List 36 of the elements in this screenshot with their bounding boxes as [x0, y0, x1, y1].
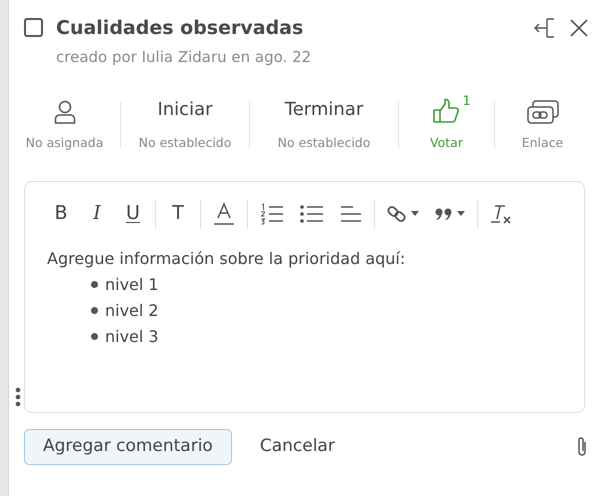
bullet-icon [91, 333, 98, 340]
numbered-list-icon [260, 202, 284, 224]
bullet-list-icon [300, 202, 324, 224]
field-heading[interactable]: Iniciar [157, 98, 213, 124]
close-icon[interactable] [570, 19, 588, 37]
list-item: nivel 1 [105, 274, 159, 296]
field-label: No establecido [278, 134, 370, 152]
thumbs-up-icon[interactable] [432, 98, 460, 124]
quote-icon [435, 206, 453, 220]
italic-button[interactable]: I [79, 198, 115, 228]
clear-format-icon [490, 202, 512, 224]
font-color-icon [213, 202, 235, 226]
drag-handle-icon[interactable] [15, 387, 21, 407]
bullet-icon [91, 307, 98, 314]
list-item: nivel 2 [105, 300, 159, 322]
field-label[interactable]: Enlace [522, 134, 564, 152]
task-title: Cualidades observadas [56, 16, 304, 40]
underline-button[interactable]: U [115, 198, 151, 228]
field-label: No establecido [138, 134, 232, 152]
add-comment-button[interactable]: Agregar comentario [24, 428, 232, 464]
editor-paragraph: Agregue información sobre la prioridad aquí: [47, 248, 406, 270]
field-label[interactable]: No asignada [26, 134, 104, 152]
paperclip-icon[interactable] [576, 436, 588, 458]
list-item: nivel 3 [105, 326, 159, 348]
cancel-button[interactable]: Cancelar [256, 428, 339, 464]
person-icon [54, 100, 76, 124]
chain-link-icon [387, 204, 407, 224]
link-icon [526, 100, 558, 124]
task-subtitle: creado por Iulia Zidaru en ago. 22 [56, 47, 312, 68]
bullet-icon [91, 281, 98, 288]
vote-count: 1 [462, 92, 471, 111]
field-heading[interactable]: Terminar [284, 98, 364, 124]
task-checkbox[interactable] [24, 18, 43, 37]
format-button[interactable]: T [160, 198, 196, 228]
format-button[interactable]: B [43, 198, 79, 228]
collapse-icon[interactable] [534, 18, 556, 38]
